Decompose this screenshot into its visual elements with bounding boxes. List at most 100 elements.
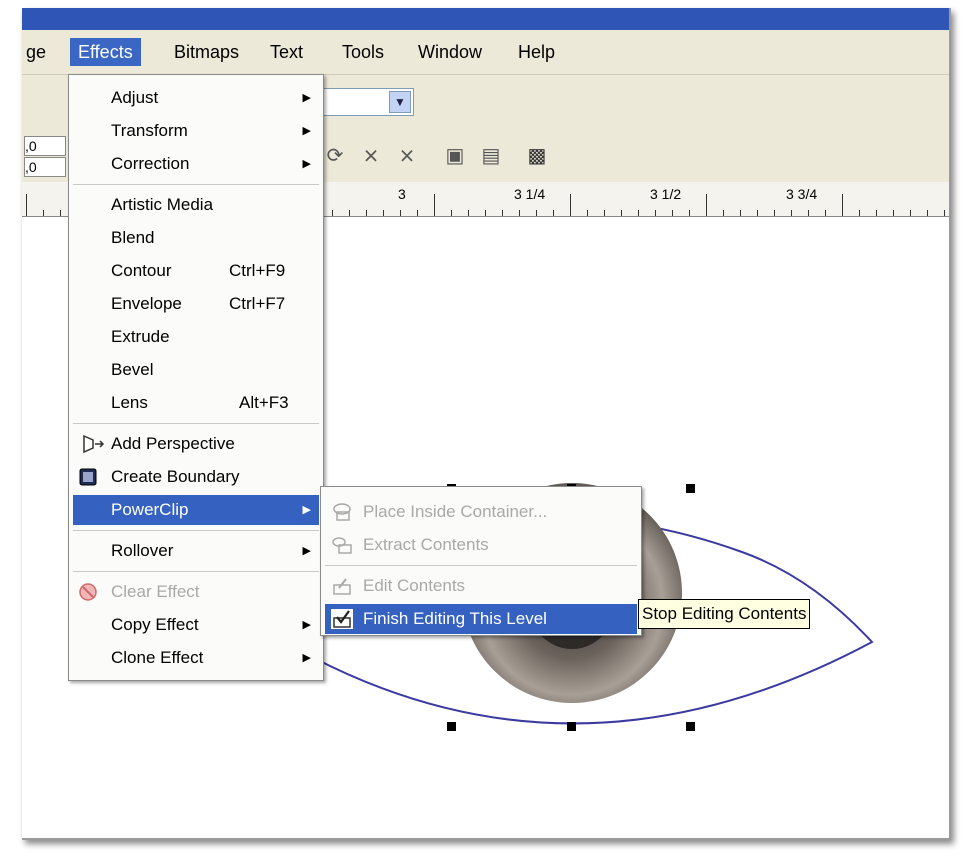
ruler-tick bbox=[519, 210, 520, 216]
ruler-tick bbox=[723, 210, 724, 216]
submenu-arrow-icon: ▶ bbox=[302, 158, 311, 170]
ruler-tick bbox=[60, 210, 61, 216]
ruler-tick bbox=[706, 194, 707, 216]
boundary-icon bbox=[79, 468, 97, 486]
menu-item-powerclip[interactable]: PowerClip ▶ bbox=[73, 495, 319, 525]
menu-item-label: Rollover bbox=[111, 541, 174, 560]
menu-bar: ge Effects Bitmaps Text Tools Window Hel… bbox=[22, 30, 949, 75]
menu-item-place-inside-container[interactable]: Place Inside Container... bbox=[325, 497, 637, 527]
menu-item-label: Artistic Media bbox=[111, 195, 214, 214]
menu-item-label: Add Perspective bbox=[111, 434, 235, 453]
ruler-tick bbox=[383, 210, 384, 216]
trim-icon[interactable]: ⨯ bbox=[358, 143, 384, 169]
position-x-field[interactable]: ,0 bbox=[24, 136, 66, 156]
ruler-tick bbox=[604, 210, 605, 216]
tooltip: Stop Editing Contents bbox=[638, 599, 811, 629]
property-combo[interactable]: ▼ bbox=[322, 88, 414, 116]
menu-item-label: Lens bbox=[111, 393, 148, 412]
ruler-tick bbox=[434, 194, 435, 216]
ruler-tick bbox=[944, 210, 945, 216]
chevron-down-icon[interactable]: ▼ bbox=[389, 91, 411, 113]
selection-handle[interactable] bbox=[686, 484, 695, 493]
ruler-tick bbox=[451, 210, 452, 216]
menu-separator bbox=[73, 530, 319, 531]
menu-help[interactable]: Help bbox=[510, 38, 563, 66]
ungroup-icon[interactable]: ▤ bbox=[478, 143, 504, 169]
menu-window[interactable]: Window bbox=[410, 38, 490, 66]
menu-tools[interactable]: Tools bbox=[334, 38, 392, 66]
menu-item-rollover[interactable]: Rollover ▶ bbox=[73, 536, 319, 566]
ruler-tick bbox=[672, 210, 673, 216]
menu-item-extrude[interactable]: Extrude bbox=[73, 322, 319, 352]
ruler-tick bbox=[332, 210, 333, 216]
position-y-field[interactable]: ,0 bbox=[24, 157, 66, 177]
menu-layout[interactable]: ge bbox=[22, 38, 54, 66]
ruler-tick bbox=[893, 210, 894, 216]
selection-handle[interactable] bbox=[686, 722, 695, 731]
menu-separator bbox=[73, 184, 319, 185]
menu-item-label: PowerClip bbox=[111, 500, 189, 519]
menu-item-clone-effect[interactable]: Clone Effect ▶ bbox=[73, 643, 319, 673]
ruler-label: 3 bbox=[398, 186, 406, 202]
submenu-arrow-icon: ▶ bbox=[302, 504, 311, 516]
clear-effect-icon bbox=[79, 583, 97, 601]
menu-item-artistic-media[interactable]: Artistic Media bbox=[73, 190, 319, 220]
menu-item-correction[interactable]: Correction ▶ bbox=[73, 149, 319, 179]
submenu-arrow-icon: ▶ bbox=[302, 652, 311, 664]
menu-item-adjust[interactable]: Adjust ▶ bbox=[73, 83, 319, 113]
selection-handle[interactable] bbox=[447, 722, 456, 731]
menu-item-label: Envelope bbox=[111, 294, 182, 313]
ruler-tick bbox=[876, 210, 877, 216]
menu-item-copy-effect[interactable]: Copy Effect ▶ bbox=[73, 610, 319, 640]
ruler-tick bbox=[655, 210, 656, 216]
ruler-tick bbox=[587, 210, 588, 216]
menu-item-label: Extrude bbox=[111, 327, 170, 346]
ruler-tick bbox=[536, 210, 537, 216]
menu-item-label: Place Inside Container... bbox=[363, 502, 548, 521]
effects-menu: Adjust ▶ Transform ▶ Correction ▶ Artist… bbox=[68, 74, 324, 681]
ruler-tick bbox=[553, 210, 554, 216]
menu-item-label: Transform bbox=[111, 121, 188, 140]
ruler-tick bbox=[502, 210, 503, 216]
ruler-tick bbox=[808, 210, 809, 216]
menu-item-shortcut: Ctrl+F7 bbox=[229, 294, 286, 313]
menu-bitmaps[interactable]: Bitmaps bbox=[166, 38, 247, 66]
menu-item-label: Copy Effect bbox=[111, 615, 199, 634]
ruler-tick bbox=[740, 210, 741, 216]
ruler-tick bbox=[400, 210, 401, 216]
menu-text[interactable]: Text bbox=[262, 38, 311, 66]
menu-item-bevel[interactable]: Bevel bbox=[73, 355, 319, 385]
intersect-icon[interactable]: ⨯ bbox=[394, 143, 420, 169]
menu-item-extract-contents[interactable]: Extract Contents bbox=[325, 530, 637, 560]
menu-item-contour[interactable]: Contour Ctrl+F9 bbox=[73, 256, 319, 286]
finish-editing-icon bbox=[331, 609, 353, 629]
place-inside-icon bbox=[333, 503, 351, 521]
menu-item-lens[interactable]: Lens Alt+F3 bbox=[73, 388, 319, 418]
menu-separator bbox=[325, 565, 637, 566]
perspective-icon bbox=[83, 435, 105, 453]
menu-item-label: Create Boundary bbox=[111, 467, 240, 486]
ruler-label: 3 1/4 bbox=[514, 186, 546, 202]
ruler-tick bbox=[570, 194, 571, 216]
menu-item-create-boundary[interactable]: Create Boundary bbox=[73, 462, 319, 492]
ruler-tick bbox=[417, 210, 418, 216]
menu-item-clear-effect[interactable]: Clear Effect bbox=[73, 577, 319, 607]
selection-handle[interactable] bbox=[567, 722, 576, 731]
menu-effects[interactable]: Effects bbox=[70, 38, 141, 66]
ruler-tick bbox=[621, 210, 622, 216]
group-icon[interactable]: ▣ bbox=[442, 143, 468, 169]
menu-item-edit-contents[interactable]: Edit Contents bbox=[325, 571, 637, 601]
menu-item-label: Bevel bbox=[111, 360, 154, 379]
menu-item-transform[interactable]: Transform ▶ bbox=[73, 116, 319, 146]
menu-separator bbox=[73, 423, 319, 424]
submenu-arrow-icon: ▶ bbox=[302, 545, 311, 557]
menu-item-blend[interactable]: Blend bbox=[73, 223, 319, 253]
menu-item-envelope[interactable]: Envelope Ctrl+F7 bbox=[73, 289, 319, 319]
menu-item-add-perspective[interactable]: Add Perspective bbox=[73, 429, 319, 459]
to-front-icon[interactable]: ▩ bbox=[524, 143, 550, 169]
app-window: ge Effects Bitmaps Text Tools Window Hel… bbox=[22, 8, 951, 840]
menu-item-finish-editing[interactable]: Finish Editing This Level bbox=[325, 604, 637, 634]
powerclip-submenu: Place Inside Container... Extract Conten… bbox=[320, 486, 642, 636]
ruler-label: 3 3/4 bbox=[786, 186, 818, 202]
rotate-icon[interactable]: ⟳ bbox=[322, 143, 348, 169]
